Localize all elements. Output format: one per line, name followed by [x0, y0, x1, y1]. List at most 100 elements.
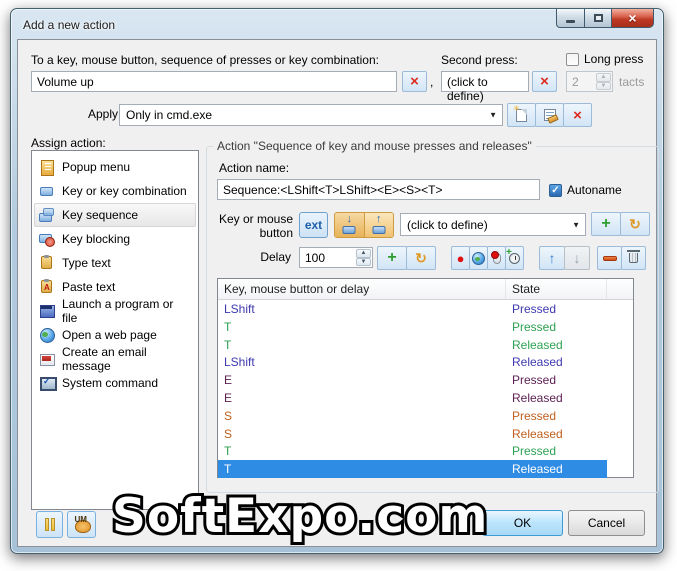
- record-web-button[interactable]: [469, 246, 488, 270]
- spinner-up-icon[interactable]: ▲: [356, 249, 371, 258]
- table-row[interactable]: LShift Pressed: [218, 300, 633, 318]
- apply-profile-value: Only in cmd.exe: [126, 108, 213, 122]
- sidebar-item-system-command[interactable]: System command: [34, 371, 196, 395]
- add-delay-button[interactable]: +: [377, 246, 407, 270]
- state-cell: Released: [512, 426, 563, 441]
- table-row[interactable]: T Pressed: [218, 318, 633, 336]
- remove-row-button[interactable]: [597, 246, 622, 270]
- add-key-button[interactable]: +: [591, 212, 621, 236]
- key-define-value: (click to define): [407, 217, 488, 232]
- sequence-table[interactable]: Key, mouse button or delay State LShift Pr…: [217, 278, 634, 478]
- second-press-label: Second press:: [441, 53, 518, 67]
- sidebar-item-paste-text[interactable]: Paste text: [34, 275, 196, 299]
- replace-delay-button[interactable]: ↻: [406, 246, 436, 270]
- record-delay-button[interactable]: [505, 246, 524, 270]
- apply-profile-dropdown[interactable]: Only in cmd.exe ▼: [119, 104, 503, 126]
- ok-button[interactable]: OK: [482, 510, 563, 536]
- add-icon: +: [387, 249, 397, 266]
- sidebar-item-label: Launch a program or file: [62, 297, 174, 325]
- delay-spinner[interactable]: 100 ▲ ▼: [299, 247, 373, 268]
- sidebar-item-key-sequence[interactable]: Key sequence: [34, 203, 196, 227]
- record-mouse-button[interactable]: [487, 246, 506, 270]
- second-press-field[interactable]: (click to define): [441, 71, 529, 103]
- arrow-down-icon: ↓: [573, 250, 581, 266]
- delay-value: 100: [305, 251, 326, 265]
- delete-icon: ×: [540, 73, 549, 90]
- table-row[interactable]: LShift Released: [218, 353, 633, 371]
- um-icon: UM: [73, 515, 91, 533]
- key-cell: T: [224, 319, 232, 334]
- table-row[interactable]: T Released: [218, 460, 633, 478]
- move-toolbar: ↑ ↓: [539, 246, 590, 270]
- key-down-icon: ↓: [346, 213, 353, 225]
- replace-icon: ↻: [415, 249, 427, 266]
- long-press-checkbox[interactable]: Long press: [566, 52, 643, 66]
- delete-all-button[interactable]: [621, 246, 646, 270]
- key-release-button[interactable]: ↑: [364, 213, 393, 237]
- assign-action-list[interactable]: Popup menu Key or key combination Key sequ…: [31, 150, 199, 510]
- ext-button[interactable]: ext: [299, 212, 328, 238]
- pause-button[interactable]: [36, 511, 63, 538]
- key-cell: LShift: [224, 355, 255, 370]
- add-icon: +: [601, 215, 611, 232]
- um-button[interactable]: UM: [67, 511, 96, 538]
- system-command-icon: [39, 375, 57, 391]
- sidebar-item-launch-program[interactable]: Launch a program or file: [34, 297, 196, 325]
- key-define-dropdown[interactable]: (click to define) ▼: [400, 213, 586, 236]
- table-row[interactable]: T Pressed: [218, 442, 633, 460]
- action-name-input[interactable]: [217, 179, 540, 200]
- cancel-button[interactable]: Cancel: [568, 510, 645, 536]
- state-cell: Pressed: [512, 373, 557, 388]
- column-header[interactable]: State: [506, 279, 607, 299]
- record-button[interactable]: ●: [451, 246, 470, 270]
- key-blocking-icon: [39, 231, 55, 247]
- edit-profile-button[interactable]: [535, 103, 564, 127]
- key-input[interactable]: [31, 71, 397, 92]
- title-bar[interactable]: Add a new action ×: [11, 9, 663, 39]
- move-down-button[interactable]: ↓: [564, 246, 590, 270]
- autoname-checkbox[interactable]: ✓ Autoname: [549, 183, 622, 197]
- move-up-button[interactable]: ↑: [539, 246, 565, 270]
- chevron-down-icon: ▼: [489, 110, 497, 120]
- close-icon: ×: [628, 10, 637, 26]
- tacts-label: tacts: [619, 75, 645, 89]
- clear-second-press-button[interactable]: ×: [532, 71, 557, 92]
- column-header[interactable]: Key, mouse button or delay: [218, 279, 506, 299]
- state-cell: Pressed: [512, 302, 557, 316]
- minimize-icon: [566, 20, 575, 23]
- sidebar-item-popup-menu[interactable]: Popup menu: [34, 155, 196, 179]
- table-row[interactable]: E Pressed: [218, 371, 633, 389]
- delay-add-toolbar: + ↻: [377, 246, 436, 270]
- mouse-icon: [490, 250, 501, 264]
- tacts-value: 2: [572, 75, 579, 89]
- replace-key-button[interactable]: ↻: [620, 212, 650, 236]
- apply-profile-toolbar: ×: [507, 103, 592, 127]
- sidebar-item-open-web-page[interactable]: Open a web page: [34, 323, 196, 347]
- sidebar-item-key-blocking[interactable]: Key blocking: [34, 227, 196, 251]
- key-press-button[interactable]: ↓: [335, 213, 365, 237]
- sidebar-item-email-message[interactable]: Create an email message: [34, 345, 196, 373]
- spinner-down-icon[interactable]: ▼: [356, 257, 371, 266]
- key-cell: T: [224, 444, 232, 459]
- table-row[interactable]: T Released: [218, 336, 633, 354]
- dialog-body: To a key, mouse button, sequence of pres…: [17, 39, 659, 547]
- sidebar-item-key-combination[interactable]: Key or key combination: [34, 179, 196, 203]
- press-release-toggle: ↓ ↑: [334, 212, 394, 238]
- maximize-button[interactable]: [584, 9, 612, 28]
- spinner-arrows: ▲ ▼: [596, 72, 612, 91]
- apply-label: Apply: [88, 107, 119, 121]
- state-cell: Released: [512, 355, 563, 370]
- table-row[interactable]: S Released: [218, 425, 633, 443]
- new-profile-button[interactable]: [507, 103, 536, 127]
- delete-profile-button[interactable]: ×: [563, 103, 592, 127]
- clear-key-button[interactable]: ×: [402, 71, 427, 92]
- pause-icon: [44, 518, 55, 531]
- table-row[interactable]: E Released: [218, 389, 633, 407]
- sidebar-item-type-text[interactable]: Type text: [34, 251, 196, 275]
- minimize-button[interactable]: [556, 9, 585, 28]
- close-button[interactable]: ×: [611, 9, 654, 28]
- sidebar-item-label: System command: [62, 376, 159, 390]
- state-cell: Released: [506, 460, 607, 478]
- keycap-icon: [342, 226, 356, 234]
- table-row[interactable]: S Pressed: [218, 407, 633, 425]
